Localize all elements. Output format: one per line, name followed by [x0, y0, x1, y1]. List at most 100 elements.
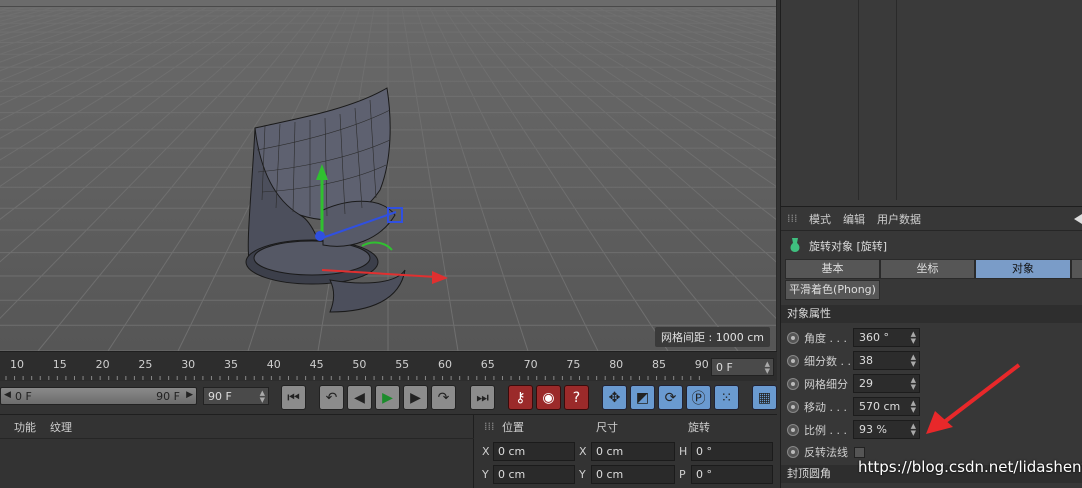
anim-radio-icon[interactable]	[787, 401, 799, 413]
next-key-button[interactable]: ↷	[431, 385, 456, 410]
viewport-canvas	[0, 0, 776, 351]
menu-edit[interactable]: 编辑	[843, 211, 865, 227]
scale-tool-button[interactable]: ◩	[630, 385, 655, 410]
attr-label-flip-normals: 反转法线	[804, 446, 848, 459]
anim-radio-icon[interactable]	[787, 332, 799, 344]
attribute-manager: ⁞⁞⁞ 模式 编辑 用户数据 旋转对象 [旋转] 基本 坐标 对象 平滑着色(P…	[780, 206, 1082, 488]
rotate-icon: ⟳	[664, 389, 677, 406]
timeline-ticks	[5, 376, 700, 380]
end-frame-field[interactable]: 90 F ▲ ▼	[203, 387, 269, 405]
attr-row-subdivision: 细分数 . .	[787, 351, 851, 371]
object-title: 旋转对象 [旋转]	[809, 240, 888, 253]
current-frame-value: 0 F	[716, 361, 733, 374]
annotation-arrow	[926, 363, 1021, 434]
pos-y-value: 0 cm	[498, 468, 526, 481]
menu-function[interactable]: 功能	[14, 419, 36, 435]
anim-radio-icon[interactable]	[787, 446, 799, 458]
anim-radio-icon[interactable]	[787, 378, 799, 390]
rot-h-field[interactable]: 0 °	[691, 442, 773, 461]
menu-userdata[interactable]: 用户数据	[877, 211, 921, 227]
coordinates-manager: ⁞⁞⁞ 位置 尺寸 旋转 X 0 cm X 0 cm H 0 ° Y 0 cm …	[478, 415, 777, 488]
tab-object[interactable]: 对象	[975, 259, 1071, 279]
tab-basic[interactable]: 基本	[785, 259, 880, 279]
size-y-field[interactable]: 0 cm	[591, 465, 675, 484]
move-icon: ✥	[608, 389, 621, 406]
play-button[interactable]: ▶	[375, 385, 400, 410]
scale-icon: ◩	[635, 389, 650, 406]
attr-row-angle: 角度 . . .	[787, 328, 847, 348]
transport-bar: ◀ 0 F 90 F ▶ 90 F ▲ ▼ ⏮ ↶ ◀ ▶ ▶ ↷ ⏭ ⚷ ◉ ?…	[0, 381, 777, 415]
autokey-button[interactable]: ◉	[536, 385, 561, 410]
tab-coordinates[interactable]: 坐标	[880, 259, 975, 279]
flip-normals-checkbox[interactable]	[854, 446, 865, 458]
attr-label-mesh-subdivision: 网格细分	[804, 378, 848, 391]
section-object-properties: 对象属性	[781, 305, 1082, 323]
end-frame-value: 90 F	[208, 390, 232, 403]
film-button[interactable]: ▦	[752, 385, 777, 410]
anim-radio-icon[interactable]	[787, 424, 799, 436]
gizmo-center	[315, 231, 325, 241]
pos-x-field[interactable]: 0 cm	[493, 442, 575, 461]
record-key-button[interactable]: ⚷	[508, 385, 533, 410]
goto-start-button[interactable]: ⏮	[281, 385, 306, 410]
rot-p-field[interactable]: 0 °	[691, 465, 773, 484]
points-tool-button[interactable]: ⁙	[714, 385, 739, 410]
move-tool-button[interactable]: ✥	[602, 385, 627, 410]
grip-icon: ⁞⁞⁞	[787, 212, 798, 225]
anim-radio-icon[interactable]	[787, 355, 799, 367]
frame-range-slider[interactable]: ◀ 0 F 90 F ▶	[0, 387, 197, 405]
move-value: 570 cm	[859, 400, 901, 413]
rot-p-axis: P	[679, 468, 686, 481]
rot-h-value: 0 °	[696, 445, 712, 458]
rotate-tool-button[interactable]: ⟳	[658, 385, 683, 410]
coord-head-position: 位置	[502, 421, 524, 434]
next-frame-button[interactable]: ▶	[403, 385, 428, 410]
keyframe-help-button[interactable]: ?	[564, 385, 589, 410]
subdivision-field[interactable]: 38 ▲ ▼	[853, 351, 920, 370]
column-divider	[858, 0, 859, 200]
question-icon: ?	[572, 389, 581, 406]
material-manager: 功能 纹理	[0, 415, 474, 488]
prev-frame-icon: ◀	[354, 389, 365, 406]
grid-spacing-label: 网格间距 : 1000 cm	[655, 327, 770, 347]
size-x-field[interactable]: 0 cm	[591, 442, 675, 461]
attr-label-angle: 角度 . . .	[804, 332, 847, 345]
lathe-object-icon	[789, 237, 801, 253]
pos-x-value: 0 cm	[498, 445, 526, 458]
grip-icon: ⁞⁞⁞	[484, 420, 495, 433]
current-frame-field[interactable]: 0 F ▲ ▼	[711, 358, 774, 376]
pos-y-field[interactable]: 0 cm	[493, 465, 575, 484]
size-y-value: 0 cm	[596, 468, 624, 481]
coord-head-size: 尺寸	[596, 421, 618, 434]
angle-value: 360 °	[859, 331, 889, 344]
3d-viewport[interactable]: 网格间距 : 1000 cm	[0, 0, 777, 351]
collapse-arrow-icon[interactable]	[1074, 214, 1082, 224]
tab-phong[interactable]: 平滑着色(Phong)	[785, 280, 880, 300]
object-manager[interactable]	[780, 0, 1082, 206]
move-field[interactable]: 570 cm ▲ ▼	[853, 397, 920, 416]
viewport-header	[0, 0, 776, 7]
goto-end-icon: ⏭	[476, 389, 489, 406]
scale-field[interactable]: 93 % ▲ ▼	[853, 420, 920, 439]
timeline[interactable]: 10 15 20 25 30 35 40 45 50 55 60 65 70 75 80 85 90 0 F ▲…	[0, 351, 777, 381]
key-icon: ⚷	[515, 389, 526, 406]
column-divider	[896, 0, 897, 200]
menu-texture[interactable]: 纹理	[50, 419, 72, 435]
attr-label-subdivision: 细分数 . .	[804, 355, 851, 368]
subdivision-value: 38	[859, 354, 873, 367]
attr-row-mesh-subdivision: 网格细分	[787, 374, 848, 394]
tab-overflow[interactable]	[1071, 259, 1082, 279]
prev-key-icon: ↶	[325, 389, 338, 406]
next-frame-icon: ▶	[410, 389, 421, 406]
p-icon: Ⓟ	[691, 390, 706, 407]
size-x-value: 0 cm	[596, 445, 624, 458]
menu-mode[interactable]: 模式	[809, 211, 831, 227]
autokey-icon: ◉	[542, 389, 555, 406]
mesh-subdivision-field[interactable]: 29 ▲ ▼	[853, 374, 920, 393]
goto-end-button[interactable]: ⏭	[470, 385, 495, 410]
prev-frame-button[interactable]: ◀	[347, 385, 372, 410]
param-tool-button[interactable]: Ⓟ	[686, 385, 711, 410]
angle-field[interactable]: 360 ° ▲ ▼	[853, 328, 920, 347]
prev-key-button[interactable]: ↶	[319, 385, 344, 410]
rot-p-value: 0 °	[696, 468, 712, 481]
